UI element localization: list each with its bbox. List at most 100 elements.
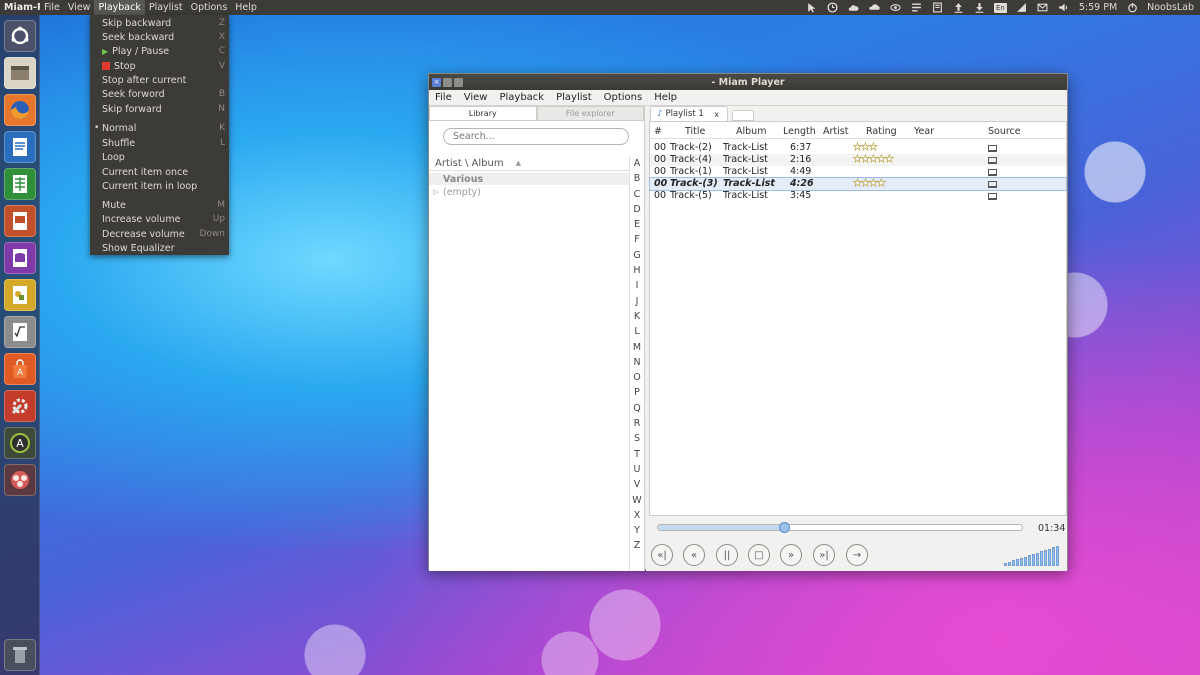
alphabet-letter-z[interactable]: Z xyxy=(630,538,644,553)
window-menu-file[interactable]: File xyxy=(429,90,458,106)
clock-icon[interactable] xyxy=(826,2,838,13)
menu-item-show-equalizer[interactable]: Show Equalizer xyxy=(90,241,229,255)
menu-item-seek-backward[interactable]: Seek backward X xyxy=(90,30,229,44)
clock-time[interactable]: 5:59 PM xyxy=(1079,2,1117,13)
column-header-year[interactable]: Year xyxy=(914,125,934,139)
alphabet-letter-s[interactable]: S xyxy=(630,431,644,446)
download-icon[interactable] xyxy=(973,2,985,13)
menu-item-stop[interactable]: Stop V xyxy=(90,59,229,73)
miam-player-icon[interactable] xyxy=(4,464,36,496)
menu-item-current-item-once[interactable]: Current item once xyxy=(90,165,229,179)
menu-item-skip-forward[interactable]: Skip forward N xyxy=(90,102,229,116)
alphabet-letter-k[interactable]: K xyxy=(630,309,644,324)
alphabet-letter-v[interactable]: V xyxy=(630,477,644,492)
power-icon[interactable] xyxy=(1126,2,1138,13)
menu-item-seek-forword[interactable]: Seek forword B xyxy=(90,87,229,101)
alphabet-letter-t[interactable]: T xyxy=(630,447,644,462)
draw-icon[interactable] xyxy=(4,279,36,311)
alphabet-letter-o[interactable]: O xyxy=(630,370,644,385)
alphabet-letter-m[interactable]: M xyxy=(630,340,644,355)
rating-stars[interactable]: ★★★ xyxy=(853,142,879,154)
alphabet-letter-g[interactable]: G xyxy=(630,248,644,263)
window-menu-playback[interactable]: Playback xyxy=(493,90,550,106)
bookmark-icon[interactable] xyxy=(931,2,943,13)
weather-icon[interactable] xyxy=(847,2,859,13)
mail-icon[interactable] xyxy=(1037,2,1049,13)
column-header-source[interactable]: Source xyxy=(988,125,1021,139)
volume-icon[interactable] xyxy=(1058,2,1070,13)
new-playlist-tab-button[interactable] xyxy=(732,110,754,121)
menu-item-loop[interactable]: Loop xyxy=(90,150,229,164)
trash-icon[interactable] xyxy=(4,639,36,671)
alphabet-letter-u[interactable]: U xyxy=(630,462,644,477)
writer-icon[interactable] xyxy=(4,131,36,163)
list-icon[interactable] xyxy=(910,2,922,13)
menu-item-play-pause[interactable]: ▶ Play / Pause C xyxy=(90,44,229,58)
eye-icon[interactable] xyxy=(889,2,901,13)
alphabet-letter-l[interactable]: L xyxy=(630,324,644,339)
stop-button[interactable]: □ xyxy=(748,544,770,566)
close-window-button[interactable]: × xyxy=(432,77,441,87)
table-row[interactable]: 00 Track-(5) Track-List 3:45 xyxy=(650,190,1066,202)
alphabet-letter-f[interactable]: F xyxy=(630,232,644,247)
table-row[interactable]: 00 Track-(2) Track-List 6:37 ★★★ xyxy=(650,142,1066,154)
window-titlebar[interactable]: × - Miam Player xyxy=(429,74,1067,90)
dash-icon[interactable] xyxy=(4,20,36,52)
window-menu-playlist[interactable]: Playlist xyxy=(550,90,598,106)
column-header-album[interactable]: Album xyxy=(736,125,766,139)
rating-stars[interactable]: ★★★★★ xyxy=(853,154,894,166)
global-menu-file[interactable]: File xyxy=(40,0,64,15)
alphabet-letter-x[interactable]: X xyxy=(630,508,644,523)
software-updater-icon[interactable]: A xyxy=(4,427,36,459)
seek-handle[interactable] xyxy=(779,522,790,533)
alphabet-letter-b[interactable]: B xyxy=(630,171,644,186)
column-header-rating[interactable]: Rating xyxy=(866,125,897,139)
global-menu-playlist[interactable]: Playlist xyxy=(145,0,187,15)
minimize-window-button[interactable] xyxy=(443,77,452,87)
global-menu-view[interactable]: View xyxy=(64,0,95,15)
alphabet-letter-a[interactable]: A xyxy=(630,156,644,171)
skip-backward-button[interactable]: «| xyxy=(651,544,673,566)
tab-playlist-1[interactable]: ♪ Playlist 1 x xyxy=(650,106,728,121)
play-pause-button[interactable]: || xyxy=(716,544,738,566)
cloud-icon[interactable] xyxy=(868,2,880,13)
seek-forward-button[interactable]: » xyxy=(780,544,802,566)
volume-slider[interactable] xyxy=(1004,545,1062,566)
base-icon[interactable] xyxy=(4,242,36,274)
column-header-number[interactable]: # xyxy=(654,125,662,139)
menu-item-shuffle[interactable]: Shuffle L xyxy=(90,136,229,150)
global-menu-help[interactable]: Help xyxy=(231,0,261,15)
skip-forward-button[interactable]: »| xyxy=(813,544,835,566)
maximize-window-button[interactable] xyxy=(454,77,463,87)
window-menu-help[interactable]: Help xyxy=(648,90,683,106)
tab-library[interactable]: Library xyxy=(429,106,537,121)
column-header-artist[interactable]: Artist xyxy=(823,125,848,139)
upload-icon[interactable] xyxy=(952,2,964,13)
alphabet-letter-h[interactable]: H xyxy=(630,263,644,278)
global-menu-playback[interactable]: Playback xyxy=(94,0,145,15)
column-header-title[interactable]: Title xyxy=(685,125,705,139)
menu-item-stop-after-current[interactable]: Stop after current xyxy=(90,73,229,87)
table-row[interactable]: 00 Track-(3) Track-List 4:26 ★★★★ xyxy=(649,177,1067,191)
menu-item-increase-volume[interactable]: Increase volume Up xyxy=(90,212,229,226)
menu-item-normal[interactable]: • Normal K xyxy=(90,121,229,135)
alphabet-letter-y[interactable]: Y xyxy=(630,523,644,538)
global-menu-options[interactable]: Options xyxy=(187,0,232,15)
network-icon[interactable] xyxy=(1016,2,1028,13)
table-row[interactable]: 00 Track-(4) Track-List 2:16 ★★★★★ xyxy=(650,154,1066,166)
menu-item-skip-backward[interactable]: Skip backward Z xyxy=(90,16,229,30)
alphabet-letter-q[interactable]: Q xyxy=(630,401,644,416)
alphabet-letter-n[interactable]: N xyxy=(630,355,644,370)
user-name[interactable]: NoobsLab xyxy=(1147,2,1194,13)
alphabet-letter-d[interactable]: D xyxy=(630,202,644,217)
window-menu-view[interactable]: View xyxy=(458,90,494,106)
cursor-icon[interactable] xyxy=(805,2,817,13)
alphabet-letter-r[interactable]: R xyxy=(630,416,644,431)
alphabet-letter-w[interactable]: W xyxy=(630,493,644,508)
table-row[interactable]: 00 Track-(1) Track-List 4:49 xyxy=(650,166,1066,178)
alphabet-letter-c[interactable]: C xyxy=(630,187,644,202)
tree-group-various[interactable]: Various xyxy=(429,173,629,185)
software-center-icon[interactable]: A xyxy=(4,353,36,385)
alphabet-letter-p[interactable]: P xyxy=(630,385,644,400)
tree-item-empty[interactable]: ▷ (empty) xyxy=(429,186,629,198)
